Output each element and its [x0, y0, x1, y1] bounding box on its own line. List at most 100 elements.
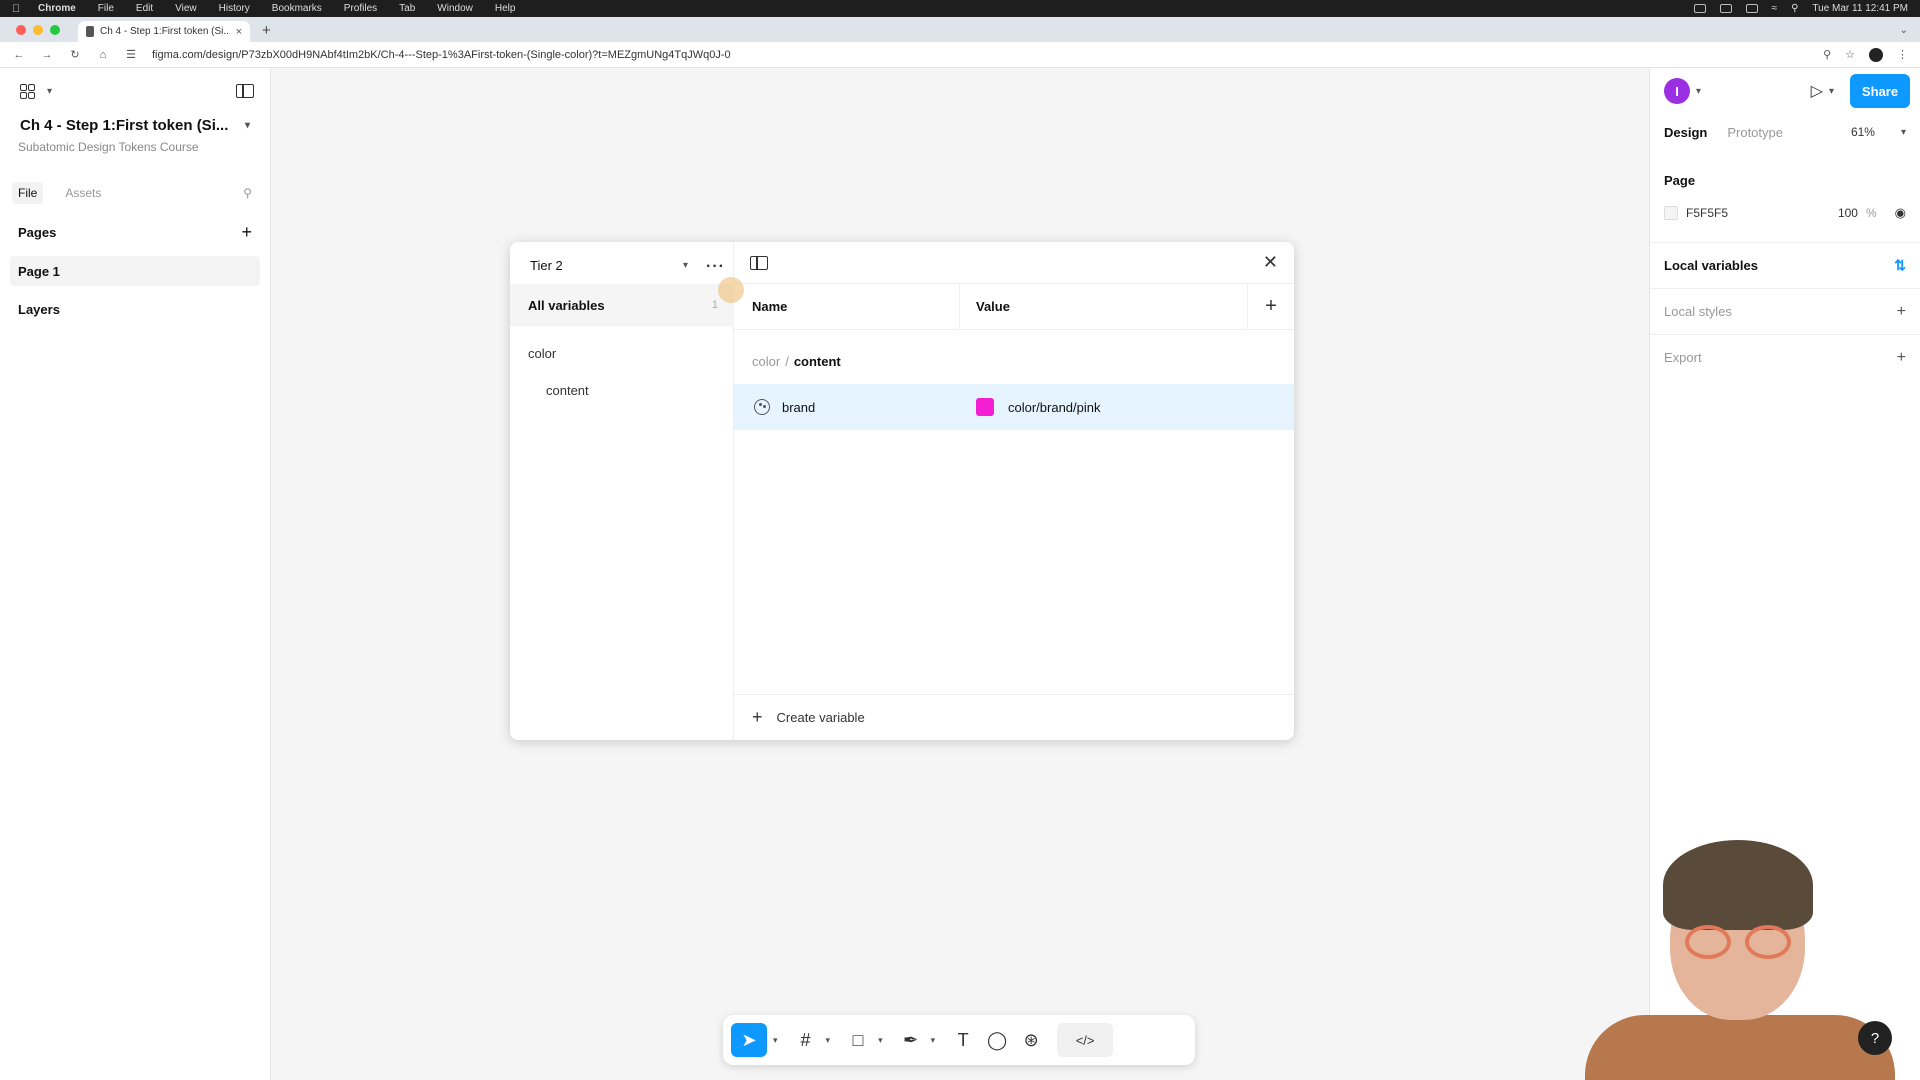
file-name[interactable]: Ch 4 - Step 1:First token (Si... ▾ [0, 114, 270, 136]
chevron-down-icon[interactable]: ▾ [1901, 127, 1906, 138]
chevron-down-icon[interactable]: ▾ [1829, 86, 1834, 97]
browser-tab[interactable]: Ch 4 - Step 1:First token (Si... × [78, 21, 250, 42]
mac-menubar:  Chrome File Edit View History Bookmark… [0, 0, 1920, 17]
close-window-button[interactable] [16, 25, 26, 35]
tab-design[interactable]: Design [1664, 125, 1707, 140]
add-page-icon[interactable]: + [241, 222, 252, 243]
page-color-swatch[interactable] [1664, 206, 1678, 220]
close-tab-icon[interactable]: × [236, 26, 242, 38]
apple-icon[interactable]:  [12, 3, 24, 15]
crumb-parent[interactable]: color [752, 354, 780, 369]
move-icon[interactable]: ➤ [731, 1023, 767, 1057]
add-mode-icon[interactable]: + [1248, 295, 1294, 318]
menu-app[interactable]: Chrome [38, 3, 76, 14]
home-icon[interactable]: ⌂ [96, 49, 110, 61]
layers-heading[interactable]: Layers [0, 294, 270, 324]
presenter-hair [1663, 840, 1813, 930]
chevron-down-icon[interactable]: ▾ [245, 120, 250, 131]
table-row[interactable]: brand color/brand/pink [734, 384, 1294, 430]
reload-icon[interactable]: ↻ [68, 48, 82, 61]
actions-icon[interactable]: ⊛ [1017, 1023, 1045, 1057]
column-name: Name [734, 284, 960, 329]
eye-icon[interactable]: ◉ [1895, 205, 1906, 221]
menu-bookmarks[interactable]: Bookmarks [272, 3, 322, 14]
menu-profiles[interactable]: Profiles [344, 3, 377, 14]
minimize-window-button[interactable] [33, 25, 43, 35]
page-color-field[interactable]: F5F5F5 100 % ◉ [1664, 200, 1906, 226]
more-icon[interactable]: ··· [706, 258, 725, 276]
plus-icon[interactable]: + [1897, 303, 1906, 321]
variables-table: ✕ Name Value + color / content brand col… [734, 242, 1294, 740]
page-color-hex[interactable]: F5F5F5 [1686, 206, 1830, 220]
create-variable-button[interactable]: + Create variable [734, 694, 1294, 740]
wifi-icon[interactable]: ≈ [1772, 3, 1778, 14]
zoom-window-button[interactable] [50, 25, 60, 35]
close-icon[interactable]: ✕ [1263, 252, 1278, 273]
menu-view[interactable]: View [175, 3, 197, 14]
chevron-down-icon[interactable]: ▾ [931, 1035, 936, 1046]
browser-actions: ⚲ ☆ ⋮ [1823, 47, 1908, 62]
group-content[interactable]: content [546, 383, 589, 398]
chevron-down-icon[interactable]: ▾ [773, 1035, 778, 1046]
share-button[interactable]: Share [1850, 74, 1910, 108]
site-info-icon[interactable]: ☰ [124, 48, 138, 61]
adjust-icon[interactable]: ⇅ [1894, 257, 1906, 274]
mouse-cursor [718, 277, 744, 303]
page-color-opacity[interactable]: 100 [1838, 206, 1858, 220]
profile-avatar[interactable] [1869, 47, 1883, 62]
all-variables-label: All variables [528, 297, 605, 313]
page-item[interactable]: Page 1 [10, 256, 260, 286]
new-tab-icon[interactable]: + [262, 22, 271, 39]
bookmark-star-icon[interactable]: ☆ [1845, 48, 1855, 61]
tab-search-icon[interactable]: ⌄ [1900, 25, 1908, 36]
color-swatch[interactable] [976, 398, 994, 416]
text-icon[interactable]: T [949, 1023, 977, 1057]
tab-prototype[interactable]: Prototype [1727, 125, 1783, 140]
menu-history[interactable]: History [219, 3, 250, 14]
menu-window[interactable]: Window [437, 3, 473, 14]
panel-toggle-icon[interactable] [236, 84, 254, 98]
dialog-header: ✕ [734, 242, 1294, 284]
local-variables-row[interactable]: Local variables ⇅ [1650, 242, 1920, 288]
sidebar-icon[interactable] [750, 255, 768, 270]
avatar[interactable]: I [1664, 78, 1690, 104]
menu-file[interactable]: File [98, 3, 114, 14]
main-menu-button[interactable]: ▾ [20, 83, 52, 99]
chevron-down-icon[interactable]: ▾ [826, 1035, 831, 1046]
zoom-level[interactable]: 61% [1851, 125, 1875, 139]
menu-tab[interactable]: Tab [399, 3, 415, 14]
forward-icon[interactable]: → [40, 49, 54, 61]
comment-icon[interactable]: ◯ [983, 1023, 1011, 1057]
file-project[interactable]: Subatomic Design Tokens Course [0, 136, 270, 154]
chevron-down-icon[interactable]: ▾ [1696, 86, 1701, 97]
menu-edit[interactable]: Edit [136, 3, 153, 14]
help-icon[interactable]: ? [1858, 1021, 1892, 1055]
tab-assets[interactable]: Assets [65, 186, 101, 200]
search-icon[interactable]: ⚲ [243, 186, 252, 200]
frame-icon[interactable]: # [792, 1023, 820, 1057]
plus-icon[interactable]: + [1897, 349, 1906, 367]
group-color[interactable]: color [528, 346, 556, 361]
pen-icon[interactable]: ✒ [897, 1023, 925, 1057]
crumb-separator: / [785, 353, 789, 369]
battery-icon[interactable] [1745, 4, 1758, 13]
rectangle-icon[interactable]: □ [844, 1023, 872, 1057]
variables-sidebar: Tier 2 ▾ ··· All variables 1 color conte… [510, 242, 734, 740]
address-bar[interactable]: figma.com/design/P73zbX00dH9NAbf4tIm2bK/… [152, 49, 1809, 61]
menu-help[interactable]: Help [495, 3, 516, 14]
status-icon[interactable] [1719, 4, 1732, 13]
code-icon[interactable]: </> [1057, 1023, 1114, 1057]
variable-value-cell[interactable]: color/brand/pink [960, 398, 1101, 416]
variable-name-cell[interactable]: brand [734, 399, 960, 415]
back-icon[interactable]: ← [12, 49, 26, 61]
zoom-icon[interactable]: ⚲ [1823, 48, 1831, 61]
tab-file[interactable]: File [12, 182, 44, 204]
browser-menu-icon[interactable]: ⋮ [1897, 48, 1908, 61]
screen-record-icon[interactable] [1693, 4, 1706, 13]
table-header: Name Value + [734, 284, 1294, 330]
all-variables-item[interactable]: All variables 1 [510, 284, 734, 326]
spotlight-icon[interactable]: ⚲ [1791, 3, 1798, 14]
play-icon[interactable]: ▷ [1811, 81, 1823, 101]
collection-select[interactable]: Tier 2 ▾ [522, 252, 696, 278]
chevron-down-icon[interactable]: ▾ [878, 1035, 883, 1046]
